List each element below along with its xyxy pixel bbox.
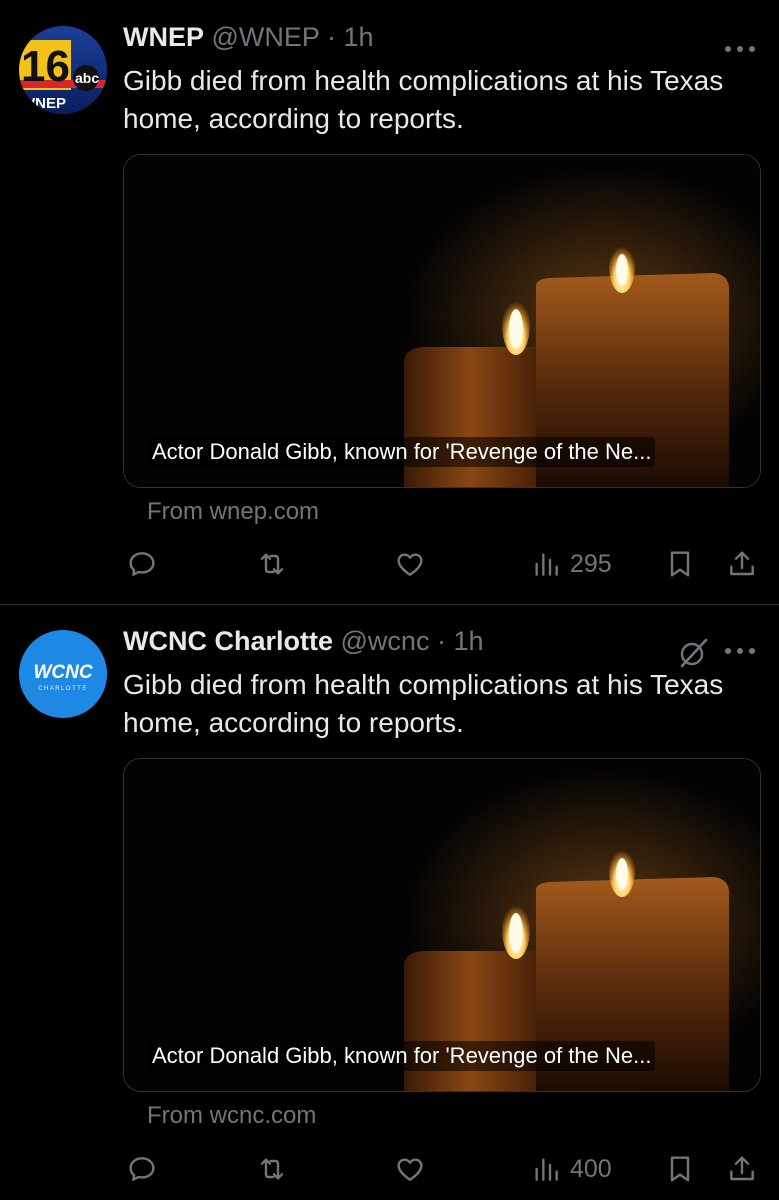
tweet[interactable]: 16 abc WNEP WNEP @WNEP · 1h Gibb died fr…: [0, 0, 779, 605]
author-name[interactable]: WCNC Charlotte: [123, 626, 333, 656]
retweet-button[interactable]: [256, 544, 288, 584]
tweet-time[interactable]: 1h: [453, 626, 483, 656]
like-icon: [397, 553, 423, 576]
meta-separator: ·: [326, 22, 336, 52]
tweet-time[interactable]: 1h: [343, 22, 373, 52]
like-button[interactable]: [394, 1149, 426, 1189]
like-icon: [397, 1158, 423, 1181]
meta-separator: ·: [436, 626, 446, 656]
tweet-header: WCNC Charlotte @wcnc · 1h: [123, 626, 484, 657]
share-icon: [730, 551, 754, 576]
retweet-button[interactable]: [256, 1149, 288, 1189]
wnep-logo-number: 16: [21, 42, 70, 91]
bookmark-button[interactable]: [664, 544, 696, 584]
author-handle[interactable]: @wcnc: [341, 626, 430, 656]
tweet-actions: 295: [0, 544, 779, 584]
tweet-actions: 400: [0, 1149, 779, 1189]
retweet-icon: [260, 553, 284, 575]
reply-button[interactable]: [126, 1149, 158, 1189]
reply-icon: [129, 1157, 155, 1181]
share-button[interactable]: [726, 1149, 758, 1189]
views-icon: [535, 1158, 558, 1181]
views-button[interactable]: 295: [530, 544, 612, 584]
card-caption: Actor Donald Gibb, known for 'Revenge of…: [148, 437, 656, 467]
tweet-header: WNEP @WNEP · 1h: [123, 22, 374, 53]
avatar-wcnc[interactable]: WCNC CHARLOTTE: [19, 630, 107, 718]
reply-icon: [129, 552, 155, 576]
views-button[interactable]: 400: [530, 1149, 612, 1189]
share-icon: [730, 1156, 754, 1181]
views-icon: [535, 553, 558, 576]
tweet-text: Gibb died from health complications at h…: [123, 65, 724, 134]
wcnc-logo: WCNC CHARLOTTE: [19, 630, 107, 718]
wcnc-logo-sub: CHARLOTTE: [38, 686, 88, 692]
avatar-wnep[interactable]: 16 abc WNEP: [19, 26, 107, 114]
card-source[interactable]: From wnep.com: [147, 498, 319, 526]
link-card[interactable]: Actor Donald Gibb, known for 'Revenge of…: [123, 758, 761, 1092]
share-button[interactable]: [726, 544, 758, 584]
author-name[interactable]: WNEP: [123, 22, 204, 52]
card-caption: Actor Donald Gibb, known for 'Revenge of…: [148, 1041, 656, 1071]
link-card[interactable]: Actor Donald Gibb, known for 'Revenge of…: [123, 154, 761, 488]
wnep-logo-network: abc: [75, 70, 99, 86]
more-icon[interactable]: [723, 30, 757, 61]
author-handle[interactable]: @WNEP: [212, 22, 320, 52]
tweet-text: Gibb died from health complications at h…: [123, 669, 724, 738]
wnep-logo: 16 abc WNEP: [19, 26, 107, 114]
wcnc-logo-text: WCNC: [33, 662, 92, 683]
views-count: 295: [570, 549, 612, 578]
retweet-icon: [260, 1158, 284, 1180]
bookmark-icon: [670, 1156, 690, 1182]
reply-button[interactable]: [126, 544, 158, 584]
card-source[interactable]: From wcnc.com: [147, 1102, 316, 1130]
tweet[interactable]: WCNC CHARLOTTE WCNC Charlotte @wcnc · 1h…: [0, 606, 779, 1200]
views-count: 400: [570, 1154, 612, 1183]
more-icon[interactable]: [723, 632, 757, 663]
bookmark-button[interactable]: [664, 1149, 696, 1189]
wnep-logo-sub: WNEP: [21, 95, 66, 112]
like-button[interactable]: [394, 544, 426, 584]
grok-icon[interactable]: [676, 636, 710, 670]
bookmark-icon: [670, 551, 690, 577]
